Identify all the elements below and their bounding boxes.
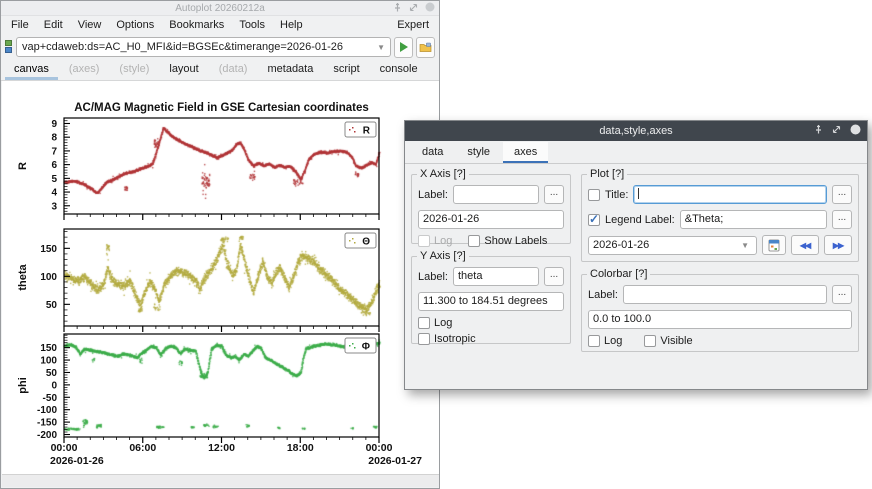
properties-dialog: data,style,axes data style axes X Axis [… <box>404 120 868 390</box>
uri-input[interactable]: vap+cdaweb:ds=AC_H0_MFI&id=BGSEc&timeran… <box>16 37 391 57</box>
xaxis-log-label: Log <box>434 235 452 247</box>
xaxis-log-checkbox[interactable] <box>418 235 430 247</box>
main-tabbar: canvas (axes) (style) layout (data) meta… <box>1 60 439 81</box>
close-icon[interactable] <box>850 124 861 135</box>
plot-group-title: Plot [?] <box>587 168 627 180</box>
yaxis-label-caption: Label: <box>418 271 448 283</box>
plot-title-more-button[interactable]: ... <box>832 185 852 204</box>
calendar-icon <box>768 239 780 252</box>
xaxis-group-title: X Axis [?] <box>417 168 469 180</box>
datasource-icon <box>5 40 13 55</box>
yaxis-group-title: Y Axis [?] <box>417 250 469 262</box>
colorbar-log-label: Log <box>604 335 622 347</box>
text-cursor <box>638 188 639 199</box>
double-right-arrow-icon: ▶▶ <box>833 241 843 250</box>
pin-icon[interactable] <box>393 3 402 12</box>
colorbar-label-more-button[interactable]: ... <box>832 285 852 304</box>
go-button[interactable] <box>394 37 413 58</box>
plot-scatter-canvas[interactable] <box>2 81 439 475</box>
plot-title-checkbox[interactable] <box>588 189 600 201</box>
colorbar-log-checkbox[interactable] <box>588 335 600 347</box>
dialog-titlebar[interactable]: data,style,axes <box>405 121 867 141</box>
colorbar-label-caption: Label: <box>588 289 618 301</box>
expert-menu[interactable]: Expert <box>397 19 429 31</box>
restore-icon[interactable] <box>409 3 418 12</box>
dialog-tabbar: data style axes <box>405 141 867 164</box>
statusbar <box>2 474 439 487</box>
tab-layout[interactable]: layout <box>160 60 207 80</box>
tab-canvas[interactable]: canvas <box>5 60 58 80</box>
dialog-tab-style[interactable]: style <box>456 142 501 163</box>
menu-file[interactable]: File <box>11 19 29 31</box>
yaxis-label-input[interactable]: theta <box>453 267 539 286</box>
tab-console[interactable]: console <box>371 60 427 80</box>
plot-title-input[interactable] <box>633 185 827 204</box>
yaxis-isotropic-label: Isotropic <box>434 333 476 345</box>
pin-icon[interactable] <box>814 125 823 134</box>
window-titlebar[interactable]: Autoplot 20260212a <box>1 1 439 16</box>
double-left-arrow-icon: ◀◀ <box>800 241 810 250</box>
menu-help[interactable]: Help <box>280 19 303 31</box>
xaxis-range-input[interactable]: 2026-01-26 <box>418 210 564 229</box>
plot-group: Plot [?] Title: ... Legend Label: &Theta… <box>581 174 859 262</box>
colorbar-group: Colorbar [?] Label: ... 0.0 to 100.0 Log <box>581 274 859 352</box>
plot-legend-input[interactable]: &Theta; <box>680 210 827 229</box>
colorbar-label-input[interactable] <box>623 285 827 304</box>
screen: Autoplot 20260212a File Edit View Option… <box>0 0 872 489</box>
colorbar-visible-checkbox[interactable] <box>644 335 656 347</box>
plot-timerange-value: 2026-01-26 <box>593 237 738 254</box>
yaxis-isotropic-checkbox[interactable] <box>418 333 430 345</box>
menu-view[interactable]: View <box>78 19 102 31</box>
tab-metadata[interactable]: metadata <box>258 60 322 80</box>
tab-script[interactable]: script <box>324 60 368 80</box>
yaxis-group: Y Axis [?] Label: theta ... 11.300 to 18… <box>411 256 571 344</box>
resize-icon[interactable] <box>832 125 841 134</box>
menu-bookmarks[interactable]: Bookmarks <box>169 19 224 31</box>
xaxis-label-more-button[interactable]: ... <box>544 185 564 204</box>
address-row: vap+cdaweb:ds=AC_H0_MFI&id=BGSEc&timeran… <box>1 34 439 60</box>
tab-data[interactable]: (data) <box>210 60 257 80</box>
plot-legend-more-button[interactable]: ... <box>832 210 852 229</box>
plot-title-caption: Title: <box>605 189 628 201</box>
colorbar-group-title: Colorbar [?] <box>587 268 650 280</box>
autoplot-window: Autoplot 20260212a File Edit View Option… <box>0 0 440 489</box>
yaxis-range-input[interactable]: 11.300 to 184.51 degrees <box>418 292 564 311</box>
previous-interval-button[interactable]: ◀◀ <box>791 235 819 255</box>
menu-tools[interactable]: Tools <box>239 19 265 31</box>
dialog-title: data,style,axes <box>599 125 672 137</box>
xaxis-label-input[interactable] <box>453 185 539 204</box>
yaxis-log-checkbox[interactable] <box>418 317 430 329</box>
yaxis-log-label: Log <box>434 317 452 329</box>
menubar: File Edit View Options Bookmarks Tools H… <box>1 16 439 34</box>
folder-icon <box>419 42 432 53</box>
dialog-tab-data[interactable]: data <box>411 142 454 163</box>
timerange-editor-button[interactable] <box>762 235 786 255</box>
uri-dropdown-icon[interactable]: ▼ <box>374 43 388 52</box>
xaxis-group: X Axis [?] Label: ... 2026-01-26 Log <box>411 174 571 244</box>
next-interval-button[interactable]: ▶▶ <box>824 235 852 255</box>
dialog-tab-axes[interactable]: axes <box>503 142 548 163</box>
xaxis-showlabels-checkbox[interactable] <box>468 235 480 247</box>
play-icon <box>400 42 408 52</box>
colorbar-visible-label: Visible <box>660 335 692 347</box>
plot-timerange-combo[interactable]: 2026-01-26 ▼ <box>588 236 757 255</box>
plot-area[interactable]: AC/MAG Magnetic Field in GSE Cartesian c… <box>2 81 439 475</box>
colorbar-range-input[interactable]: 0.0 to 100.0 <box>588 310 852 329</box>
tab-style[interactable]: (style) <box>110 60 158 80</box>
xaxis-label-caption: Label: <box>418 189 448 201</box>
uri-value: vap+cdaweb:ds=AC_H0_MFI&id=BGSEc&timeran… <box>22 41 374 53</box>
menu-options[interactable]: Options <box>116 19 154 31</box>
window-title: Autoplot 20260212a <box>175 3 265 14</box>
tab-axes[interactable]: (axes) <box>60 60 109 80</box>
yaxis-label-more-button[interactable]: ... <box>544 267 564 286</box>
close-icon[interactable] <box>425 2 435 12</box>
xaxis-showlabels-label: Show Labels <box>484 235 547 247</box>
open-file-button[interactable] <box>416 37 435 58</box>
plot-legend-caption: Legend Label: <box>605 214 675 226</box>
menu-edit[interactable]: Edit <box>44 19 63 31</box>
plot-legend-checkbox[interactable] <box>588 214 600 226</box>
combo-dropdown-icon[interactable]: ▼ <box>738 237 752 254</box>
